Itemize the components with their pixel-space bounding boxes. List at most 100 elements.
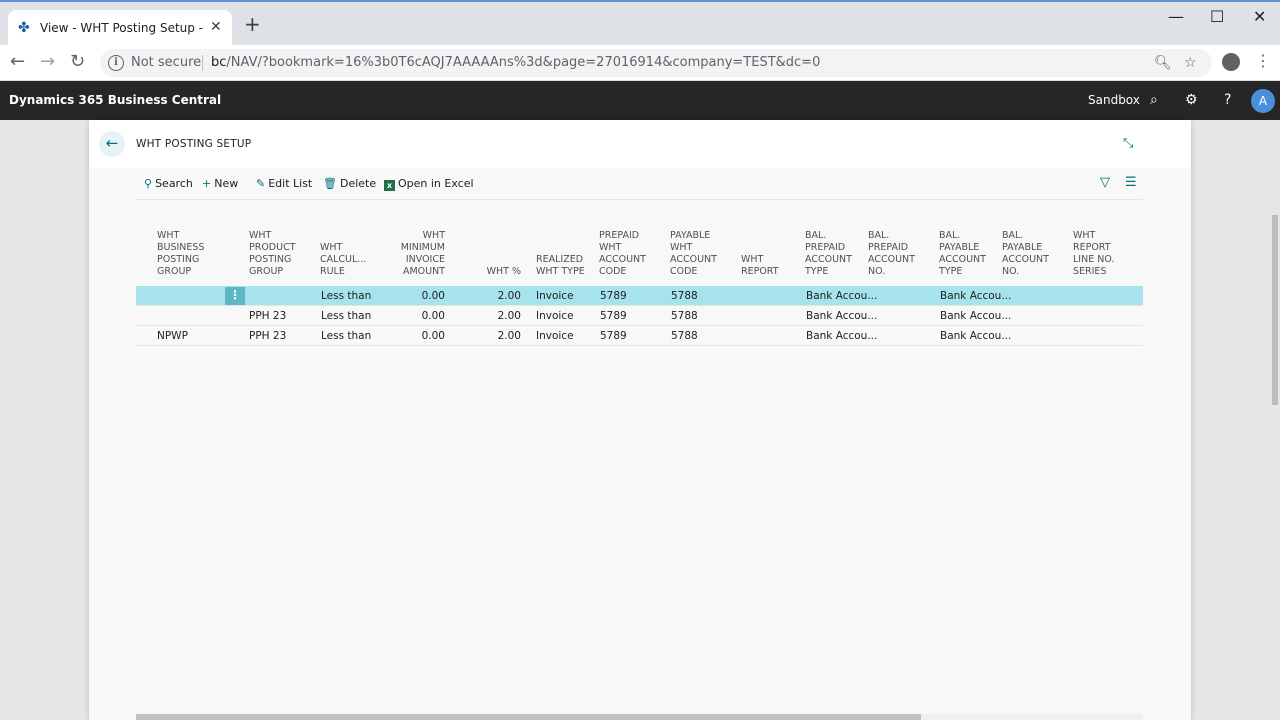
cell-wht-calculation-rule[interactable]: Less than bbox=[321, 289, 371, 303]
row-menu-icon[interactable]: ⋮ bbox=[225, 287, 245, 305]
table-row[interactable]: ⋮ Less than 0.00 2.00 Invoice 5789 5788 … bbox=[136, 286, 1143, 306]
cell-wht-calculation-rule[interactable]: Less than bbox=[321, 309, 371, 323]
reload-icon[interactable]: ↻ bbox=[70, 52, 85, 72]
cell-wht-minimum-invoice-amount[interactable]: 0.00 bbox=[389, 309, 445, 323]
cell-wht-minimum-invoice-amount[interactable]: 0.00 bbox=[389, 329, 445, 343]
divider bbox=[202, 55, 203, 71]
profile-icon[interactable] bbox=[1222, 53, 1240, 71]
url-host: bc bbox=[211, 55, 227, 70]
cell-prepaid-wht-account-code[interactable]: 5789 bbox=[600, 309, 627, 323]
list-view-icon[interactable]: ☰ bbox=[1125, 175, 1137, 191]
horizontal-scrollbar-thumb[interactable] bbox=[136, 714, 921, 720]
back-arrow-icon[interactable]: ← bbox=[10, 52, 25, 72]
column-header-wht-report-line-no-series[interactable]: WHT REPORT LINE NO. SERIES bbox=[1073, 230, 1114, 278]
tab-title: View - WHT Posting Setup - Dynamics 365 … bbox=[40, 21, 206, 35]
cell-wht-percent[interactable]: 2.00 bbox=[471, 309, 521, 323]
browser-menu-icon[interactable]: ⋮ bbox=[1255, 51, 1271, 71]
cell-wht-product-posting-group[interactable]: PPH 23 bbox=[249, 309, 286, 323]
search-icon[interactable]: ⌕ bbox=[1150, 91, 1158, 109]
settings-gear-icon[interactable]: ⚙ bbox=[1185, 91, 1198, 109]
open-in-excel-label: Open in Excel bbox=[398, 177, 474, 190]
cell-bal-prepaid-account-type[interactable]: Bank Accou... bbox=[806, 289, 877, 303]
column-header-payable-wht-account-code[interactable]: PAYABLE WHT ACCOUNT CODE bbox=[670, 230, 717, 278]
cell-bal-prepaid-account-type[interactable]: Bank Accou... bbox=[806, 309, 877, 323]
browser-tab[interactable]: ✤ View - WHT Posting Setup - Dynamics 36… bbox=[8, 10, 232, 47]
bookmark-star-icon[interactable]: ☆ bbox=[1184, 54, 1197, 72]
page-header: ← WHT POSTING SETUP ⤡ bbox=[89, 120, 1191, 168]
zoom-icon[interactable]: 🔍︎ bbox=[1154, 54, 1172, 72]
cell-wht-business-posting-group[interactable]: NPWP bbox=[157, 329, 188, 343]
cell-bal-payable-account-type[interactable]: Bank Accou... bbox=[940, 329, 1011, 343]
cell-prepaid-wht-account-code[interactable]: 5789 bbox=[600, 329, 627, 343]
cell-wht-minimum-invoice-amount[interactable]: 0.00 bbox=[389, 289, 445, 303]
delete-button[interactable]: 🗑︎ Delete bbox=[323, 176, 376, 192]
cell-payable-wht-account-code[interactable]: 5788 bbox=[671, 329, 698, 343]
cell-bal-prepaid-account-type[interactable]: Bank Accou... bbox=[806, 329, 877, 343]
edit-list-button[interactable]: ✎ Edit List bbox=[256, 176, 312, 192]
filter-icon[interactable]: ▽ bbox=[1100, 175, 1110, 191]
environment-label: Sandbox bbox=[1088, 93, 1140, 107]
app-bar: Dynamics 365 Business Central Sandbox ⌕ … bbox=[0, 81, 1280, 120]
search-icon: ⚲ bbox=[144, 177, 153, 190]
new-tab-button[interactable]: + bbox=[244, 14, 261, 34]
column-header-bal-prepaid-account-type[interactable]: BAL. PREPAID ACCOUNT TYPE bbox=[805, 230, 852, 278]
vertical-scrollbar[interactable] bbox=[1270, 120, 1280, 720]
column-header-bal-prepaid-account-no[interactable]: BAL. PREPAID ACCOUNT NO. bbox=[868, 230, 915, 278]
table-header: WHT BUSINESS POSTING GROUP WHT PRODUCT P… bbox=[136, 200, 1143, 286]
plus-icon: + bbox=[202, 177, 212, 190]
column-header-wht-calculation-rule[interactable]: WHT CALCUL... RULE bbox=[320, 242, 366, 278]
cell-payable-wht-account-code[interactable]: 5788 bbox=[671, 289, 698, 303]
search-button[interactable]: ⚲ Search bbox=[144, 176, 193, 192]
browser-toolbar: ← → ↻ i Not secure bc/NAV/?bookmark=16%3… bbox=[0, 45, 1280, 81]
cell-payable-wht-account-code[interactable]: 5788 bbox=[671, 309, 698, 323]
horizontal-scrollbar[interactable] bbox=[136, 714, 1143, 720]
window-close-icon[interactable]: ✕ bbox=[1253, 8, 1266, 26]
url-text[interactable]: bc/NAV/?bookmark=16%3b0T6cAQJ7AAAAAns%3d… bbox=[211, 54, 820, 72]
info-icon[interactable]: i bbox=[108, 55, 124, 71]
forward-arrow-icon[interactable]: → bbox=[40, 52, 55, 72]
cell-bal-payable-account-type[interactable]: Bank Accou... bbox=[940, 309, 1011, 323]
column-header-wht-percent[interactable]: WHT % bbox=[471, 266, 521, 278]
column-header-wht-product-posting-group[interactable]: WHT PRODUCT POSTING GROUP bbox=[249, 230, 296, 278]
url-path: /NAV/?bookmark=16%3b0T6cAQJ7AAAAAns%3d&p… bbox=[226, 55, 821, 70]
maximize-icon[interactable]: ☐ bbox=[1210, 8, 1224, 26]
collapse-icon[interactable]: ⤡ bbox=[1123, 136, 1133, 152]
cell-bal-payable-account-type[interactable]: Bank Accou... bbox=[940, 289, 1011, 303]
browser-tabstrip: ✤ View - WHT Posting Setup - Dynamics 36… bbox=[0, 0, 1280, 47]
cell-realized-wht-type[interactable]: Invoice bbox=[536, 329, 574, 343]
edit-list-icon: ✎ bbox=[256, 177, 266, 190]
vertical-scrollbar-thumb[interactable] bbox=[1272, 215, 1278, 405]
table-row[interactable]: PPH 23 Less than 0.00 2.00 Invoice 5789 … bbox=[136, 306, 1143, 326]
column-header-bal-payable-account-type[interactable]: BAL. PAYABLE ACCOUNT TYPE bbox=[939, 230, 986, 278]
column-header-bal-payable-account-no[interactable]: BAL. PAYABLE ACCOUNT NO. bbox=[1002, 230, 1049, 278]
cell-realized-wht-type[interactable]: Invoice bbox=[536, 309, 574, 323]
trash-icon: 🗑︎ bbox=[323, 177, 337, 190]
tab-close-icon[interactable]: ✕ bbox=[210, 18, 222, 36]
open-in-excel-button[interactable]: x Open in Excel bbox=[384, 176, 474, 192]
column-header-prepaid-wht-account-code[interactable]: PREPAID WHT ACCOUNT CODE bbox=[599, 230, 646, 278]
cell-prepaid-wht-account-code[interactable]: 5789 bbox=[600, 289, 627, 303]
address-bar[interactable]: i Not secure bc/NAV/?bookmark=16%3b0T6cA… bbox=[100, 49, 1212, 77]
cell-wht-percent[interactable]: 2.00 bbox=[471, 329, 521, 343]
action-bar: ⚲ Search + New ✎ Edit List 🗑︎ Delete x Open i… bbox=[136, 168, 1143, 200]
wht-posting-setup-table: WHT BUSINESS POSTING GROUP WHT PRODUCT P… bbox=[136, 200, 1143, 346]
security-label[interactable]: Not secure bbox=[131, 54, 201, 72]
new-button[interactable]: + New bbox=[202, 176, 238, 192]
column-header-realized-wht-type[interactable]: REALIZED WHT TYPE bbox=[536, 254, 585, 278]
table-row[interactable]: NPWP PPH 23 Less than 0.00 2.00 Invoice … bbox=[136, 326, 1143, 346]
back-button[interactable]: ← bbox=[99, 131, 125, 157]
column-header-wht-business-posting-group[interactable]: WHT BUSINESS POSTING GROUP bbox=[157, 230, 204, 278]
cell-realized-wht-type[interactable]: Invoice bbox=[536, 289, 574, 303]
help-icon[interactable]: ? bbox=[1224, 91, 1231, 109]
delete-label: Delete bbox=[339, 177, 377, 190]
column-header-wht-minimum-invoice-amount[interactable]: WHT MINIMUM INVOICE AMOUNT bbox=[389, 230, 445, 278]
app-title[interactable]: Dynamics 365 Business Central bbox=[9, 91, 221, 109]
user-avatar[interactable]: A bbox=[1251, 89, 1275, 113]
column-header-wht-report[interactable]: WHT REPORT bbox=[741, 254, 779, 278]
cell-wht-product-posting-group[interactable]: PPH 23 bbox=[249, 329, 286, 343]
dynamics-favicon-icon: ✤ bbox=[18, 20, 30, 36]
cell-wht-percent[interactable]: 2.00 bbox=[471, 289, 521, 303]
edit-list-label: Edit List bbox=[268, 177, 313, 190]
cell-wht-calculation-rule[interactable]: Less than bbox=[321, 329, 371, 343]
minimize-icon[interactable]: — bbox=[1168, 8, 1184, 26]
